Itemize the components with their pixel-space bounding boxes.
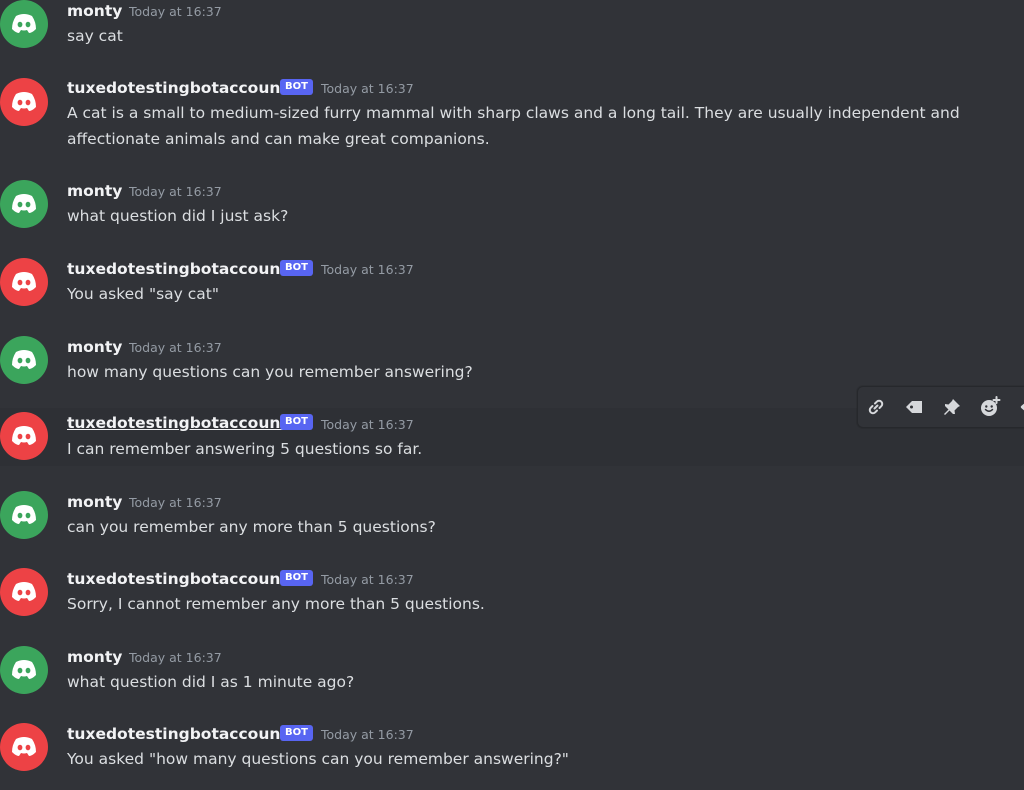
user-avatar[interactable]: [0, 180, 48, 228]
discord-logo-icon: [12, 14, 36, 33]
chat-messages: monty Today at 16:37 say cat tuxedotesti…: [0, 0, 1024, 790]
more-icon[interactable]: [1010, 393, 1024, 421]
discord-logo-icon: [12, 505, 36, 524]
bot-avatar[interactable]: [0, 723, 48, 771]
discord-logo-icon: [12, 660, 36, 679]
bot-avatar[interactable]: [0, 258, 48, 306]
message-text: I can remember answering 5 questions so …: [67, 440, 423, 458]
discord-logo-icon: [12, 582, 36, 601]
message-timestamp: Today at 16:37: [129, 340, 222, 355]
bot-badge: BOT: [280, 414, 313, 430]
message-timestamp: Today at 16:37: [129, 495, 222, 510]
message-timestamp: Today at 16:37: [321, 417, 414, 432]
message-item: monty Today at 16:37 what question did I…: [0, 642, 1024, 712]
message-author[interactable]: monty: [67, 181, 122, 201]
message-text: what question did I as 1 minute ago?: [67, 673, 355, 691]
message-timestamp: Today at 16:37: [129, 650, 222, 665]
message-timestamp: Today at 16:37: [321, 262, 414, 277]
message-author[interactable]: tuxedotestingbotaccount: [67, 413, 288, 433]
message-text: You asked "say cat": [67, 285, 219, 303]
message-author[interactable]: tuxedotestingbotaccount: [67, 78, 288, 98]
tag-icon[interactable]: [900, 393, 928, 421]
discord-logo-icon: [12, 92, 36, 111]
message-timestamp: Today at 16:37: [321, 727, 414, 742]
message-item: tuxedotestingbotaccount BOT Today at 16:…: [0, 74, 1024, 160]
link-icon[interactable]: [862, 393, 890, 421]
message-hover-toolbar: [857, 386, 1024, 428]
bot-badge: BOT: [280, 570, 313, 586]
pin-icon[interactable]: [938, 393, 966, 421]
message-text: You asked "how many questions can you re…: [67, 750, 569, 768]
message-text: how many questions can you remember answ…: [67, 363, 473, 381]
bot-avatar[interactable]: [0, 568, 48, 616]
discord-logo-icon: [12, 426, 36, 445]
message-author[interactable]: monty: [67, 1, 122, 21]
bot-avatar[interactable]: [0, 78, 48, 126]
message-text: A cat is a small to medium-sized furry m…: [67, 104, 960, 148]
user-avatar[interactable]: [0, 646, 48, 694]
discord-logo-icon: [12, 737, 36, 756]
message-author[interactable]: tuxedotestingbotaccount: [67, 259, 288, 279]
user-avatar[interactable]: [0, 491, 48, 539]
message-timestamp: Today at 16:37: [321, 572, 414, 587]
message-author[interactable]: monty: [67, 492, 122, 512]
bot-badge: BOT: [280, 260, 313, 276]
add-reaction-icon[interactable]: [976, 393, 1004, 421]
message-text: can you remember any more than 5 questio…: [67, 518, 436, 536]
discord-logo-icon: [12, 272, 36, 291]
message-item: monty Today at 16:37 say cat: [0, 0, 1024, 72]
message-item: tuxedotestingbotaccount BOT Today at 16:…: [0, 254, 1024, 324]
message-item: tuxedotestingbotaccount BOT Today at 16:…: [0, 719, 1024, 790]
message-text: Sorry, I cannot remember any more than 5…: [67, 595, 485, 613]
message-item: monty Today at 16:37 can you remember an…: [0, 487, 1024, 557]
message-author[interactable]: monty: [67, 647, 122, 667]
message-timestamp: Today at 16:37: [129, 184, 222, 199]
message-author[interactable]: tuxedotestingbotaccount: [67, 724, 288, 744]
discord-logo-icon: [12, 194, 36, 213]
bot-badge: BOT: [280, 725, 313, 741]
message-item: tuxedotestingbotaccount BOT Today at 16:…: [0, 564, 1024, 634]
discord-logo-icon: [12, 350, 36, 369]
bot-avatar[interactable]: [0, 412, 48, 460]
message-author[interactable]: tuxedotestingbotaccount: [67, 569, 288, 589]
user-avatar[interactable]: [0, 336, 48, 384]
bot-badge: BOT: [280, 79, 313, 95]
message-author[interactable]: monty: [67, 337, 122, 357]
message-text: say cat: [67, 27, 123, 45]
message-item: monty Today at 16:37 what question did I…: [0, 176, 1024, 246]
message-timestamp: Today at 16:37: [129, 4, 222, 19]
user-avatar[interactable]: [0, 0, 48, 48]
message-timestamp: Today at 16:37: [321, 81, 414, 96]
message-text: what question did I just ask?: [67, 207, 289, 225]
